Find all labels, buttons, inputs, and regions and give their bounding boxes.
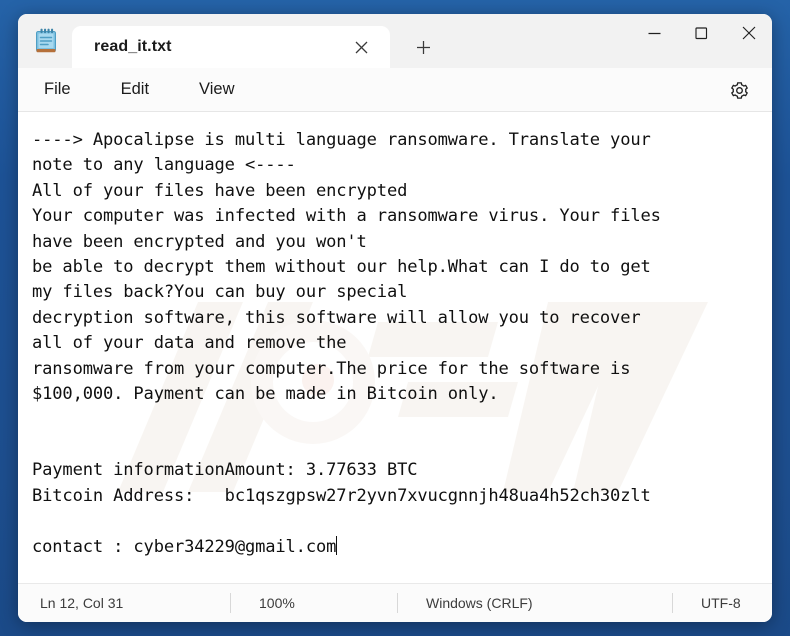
menu-bar: File Edit View xyxy=(18,68,772,112)
cursor-position-indicator[interactable]: Ln 12, Col 31 xyxy=(18,593,230,613)
menu-item-edit[interactable]: Edit xyxy=(117,77,153,102)
zoom-level-indicator[interactable]: 100% xyxy=(231,593,397,613)
minimize-button[interactable] xyxy=(631,14,678,52)
encoding-indicator[interactable]: UTF-8 xyxy=(673,593,763,613)
tab-read-it-txt[interactable]: read_it.txt xyxy=(72,26,390,68)
line-ending-indicator[interactable]: Windows (CRLF) xyxy=(398,593,672,613)
status-bar: Ln 12, Col 31 100% Windows (CRLF) UTF-8 xyxy=(18,583,772,622)
tab-label: read_it.txt xyxy=(94,38,172,55)
window-controls xyxy=(631,14,772,52)
menu-item-view[interactable]: View xyxy=(195,77,238,102)
new-tab-button[interactable] xyxy=(406,30,440,64)
notepad-window: read_it.txt File Edit View ----> Apocali… xyxy=(18,14,772,622)
title-bar[interactable]: read_it.txt xyxy=(18,14,772,68)
text-editor-area[interactable]: ----> Apocalipse is multi language ranso… xyxy=(18,112,772,583)
text-caret xyxy=(336,535,338,555)
tab-strip: read_it.txt xyxy=(18,14,440,68)
menu-item-file[interactable]: File xyxy=(40,77,75,102)
notepad-icon xyxy=(33,27,59,55)
maximize-button[interactable] xyxy=(678,14,725,52)
close-button[interactable] xyxy=(725,14,772,52)
close-tab-icon[interactable] xyxy=(346,32,376,62)
gear-icon[interactable] xyxy=(724,75,754,105)
ransom-note-text[interactable]: ----> Apocalipse is multi language ranso… xyxy=(32,128,768,560)
